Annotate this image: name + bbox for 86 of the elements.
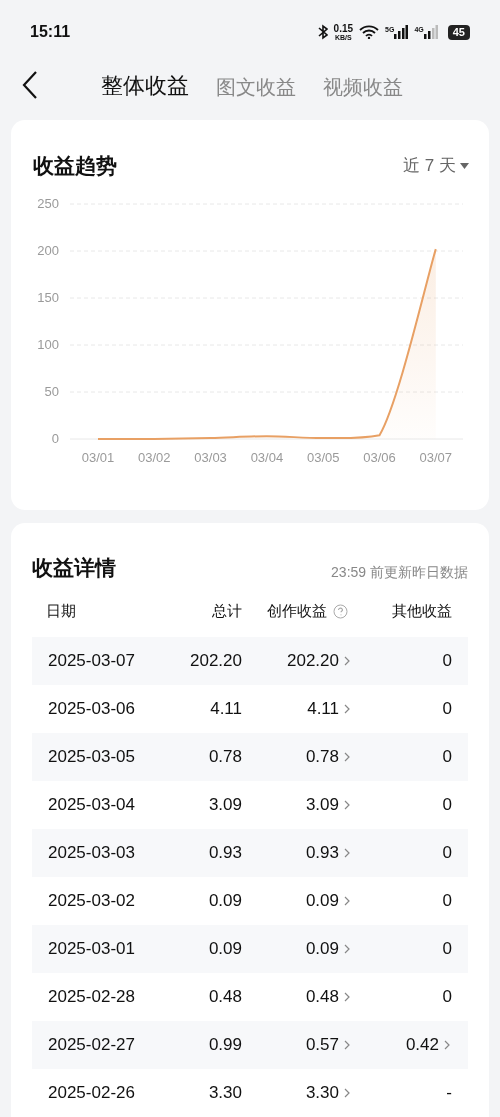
creation-income-cell[interactable]: 0.09 [305, 888, 339, 914]
other-income-cell-text: 0 [442, 746, 452, 769]
y-axis-label: 200 [37, 243, 59, 258]
table-row[interactable]: 2025-03-05 0.78 0.78 0 [32, 733, 468, 781]
creation-income-cell[interactable]: 0.57 [305, 1032, 339, 1058]
total-cell-text: 0.78 [207, 746, 242, 769]
date-cell-text: 2025-03-06 [48, 698, 136, 721]
date-cell-text: 2025-03-01 [48, 938, 136, 961]
card-title: 收益详情 [32, 554, 116, 581]
column-header: 其他收益 [392, 600, 452, 621]
total-cell-text: 0.93 [207, 842, 242, 865]
wifi-icon [359, 25, 380, 39]
y-axis-label: 0 [51, 431, 59, 446]
bluetooth-icon [317, 24, 328, 40]
table-row[interactable]: 2025-03-01 0.09 0.09 0 [32, 925, 468, 973]
chevron-right-icon [344, 1040, 350, 1050]
y-axis-label: 250 [37, 196, 59, 211]
creation-income-cell[interactable]: 3.30 [305, 1080, 339, 1106]
total-cell-text: 3.30 [207, 1082, 242, 1105]
chevron-right-icon [344, 656, 350, 666]
other-income-cell-text: 0 [442, 650, 452, 673]
y-axis-label: 50 [44, 384, 59, 399]
x-axis-label: 03/05 [306, 450, 340, 465]
date-cell-text: 2025-03-07 [48, 650, 136, 673]
total-cell-text: 0.09 [207, 938, 242, 961]
table-row[interactable]: 2025-03-07 202.20 202.20 0 [32, 637, 468, 685]
other-income-cell[interactable]: 0.42 [405, 1032, 439, 1058]
chevron-right-icon [344, 944, 350, 954]
creation-income-cell[interactable]: 0.78 [305, 744, 339, 770]
date-cell-text: 2025-03-03 [48, 842, 136, 865]
x-axis-label: 03/07 [419, 450, 453, 465]
date-cell-text: 2025-02-26 [48, 1082, 136, 1105]
x-axis-label: 03/02 [138, 450, 171, 465]
signal-icon [394, 25, 409, 39]
creation-income-cell[interactable]: 202.20 [287, 648, 339, 674]
y-axis-label: 100 [37, 337, 59, 352]
chevron-right-icon [344, 800, 350, 810]
x-axis-label: 03/04 [250, 450, 284, 465]
chevron-right-icon [344, 752, 350, 762]
chevron-right-icon [344, 848, 350, 858]
other-income-cell-text: 0 [442, 938, 452, 961]
caret-down-icon [460, 163, 469, 169]
date-cell-text: 2025-03-05 [48, 746, 136, 769]
table-row[interactable]: 2025-02-27 0.99 0.57 0.42 [32, 1021, 468, 1069]
card-title: 收益趋势 [33, 153, 117, 180]
date-cell-text: 2025-02-28 [48, 986, 136, 1009]
x-axis-label: 03/03 [194, 450, 227, 465]
total-cell-text: 202.20 [189, 650, 242, 673]
other-income-cell-text: 0 [442, 890, 452, 913]
x-axis-label: 03/01 [81, 450, 115, 465]
update-note: 23:59 前更新昨日数据 [331, 563, 468, 582]
other-income-cell-text: 0 [442, 842, 452, 865]
chevron-right-icon [344, 1088, 350, 1098]
battery-indicator: 45 [447, 24, 470, 40]
signal-icon [423, 25, 438, 39]
range-dropdown[interactable]: 近 7 天 [403, 153, 469, 179]
table-row[interactable]: 2025-03-03 0.93 0.93 0 [32, 829, 468, 877]
date-cell-text: 2025-03-04 [48, 794, 136, 817]
column-header: 总计 [212, 600, 242, 621]
total-cell-text: 3.09 [207, 794, 242, 817]
chevron-right-icon [444, 1040, 450, 1050]
creation-income-cell[interactable]: 0.93 [305, 840, 339, 866]
column-header: 创作收益 [267, 600, 327, 621]
other-income-cell-text: 0 [442, 986, 452, 1009]
creation-income-cell[interactable]: 0.48 [305, 984, 339, 1010]
net-speed: 0.15 [333, 23, 354, 34]
other-income-cell-text: 0 [442, 698, 452, 721]
y-axis-label: 150 [37, 290, 59, 305]
date-cell-text: 2025-02-27 [48, 1034, 136, 1057]
total-cell-text: 0.99 [207, 1034, 242, 1057]
x-axis-label: 03/06 [363, 450, 396, 465]
chevron-right-icon [344, 704, 350, 714]
status-time: 15:11 [30, 22, 71, 42]
column-header: 日期 [46, 600, 76, 621]
chevron-right-icon [344, 992, 350, 1002]
total-cell-text: 4.11 [209, 698, 242, 721]
date-cell-text: 2025-03-02 [48, 890, 136, 913]
total-cell-text: 0.48 [207, 986, 242, 1009]
creation-income-cell[interactable]: 4.11 [307, 696, 339, 722]
tab[interactable]: 整体收益 [101, 68, 189, 102]
total-cell-text: 0.09 [207, 890, 242, 913]
other-income-cell-text: 0 [442, 794, 452, 817]
creation-income-cell[interactable]: 3.09 [305, 792, 339, 818]
creation-income-cell[interactable]: 0.09 [305, 936, 339, 962]
other-income-cell-text: - [446, 1082, 452, 1105]
chevron-right-icon [344, 896, 350, 906]
